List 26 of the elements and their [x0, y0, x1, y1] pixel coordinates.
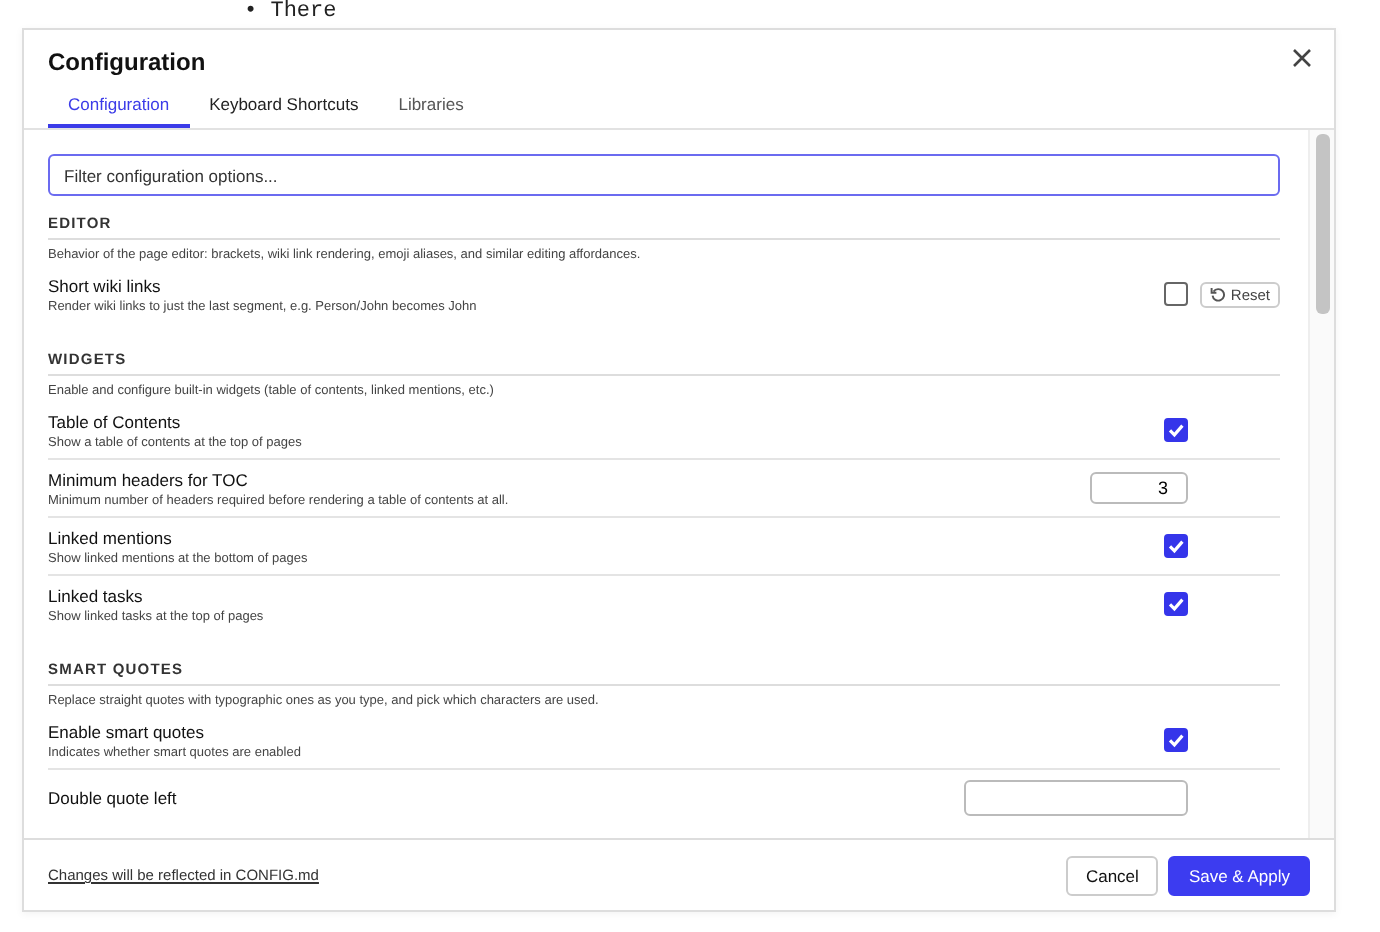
list-bullet: • [244, 0, 258, 24]
tab[interactable]: Keyboard Shortcuts [189, 88, 379, 128]
checkbox[interactable] [1164, 592, 1188, 616]
text-field[interactable] [964, 780, 1188, 816]
number-field[interactable]: 3 [1090, 472, 1188, 504]
cancel-button[interactable]: Cancel [1065, 855, 1159, 895]
checkbox[interactable] [1164, 418, 1188, 442]
checkbox[interactable] [1164, 728, 1188, 752]
scrollbar[interactable] [1308, 130, 1334, 838]
save-button[interactable]: Save & Apply [1168, 855, 1310, 895]
reset-icon [1210, 286, 1227, 302]
setting-title: Table of Contents [48, 411, 183, 431]
setting-title: Double quote left [48, 788, 179, 808]
checkbox[interactable] [1164, 282, 1188, 306]
setting-title: Enable smart quotes [48, 721, 206, 741]
tab[interactable]: Configuration [48, 88, 190, 128]
list-item: There [270, 0, 337, 24]
setting-title: Linked mentions [48, 527, 174, 547]
search-field[interactable]: Filter configuration options... [48, 154, 1280, 196]
tab[interactable]: Libraries [378, 88, 484, 128]
dialog-title: Configuration [48, 48, 206, 76]
setting-title: Linked tasks [48, 585, 145, 605]
checkbox[interactable] [1164, 534, 1188, 558]
setting-title: Short wiki links [48, 275, 163, 295]
close-icon[interactable] [1292, 48, 1312, 68]
setting-title: Minimum headers for TOC [48, 469, 250, 489]
